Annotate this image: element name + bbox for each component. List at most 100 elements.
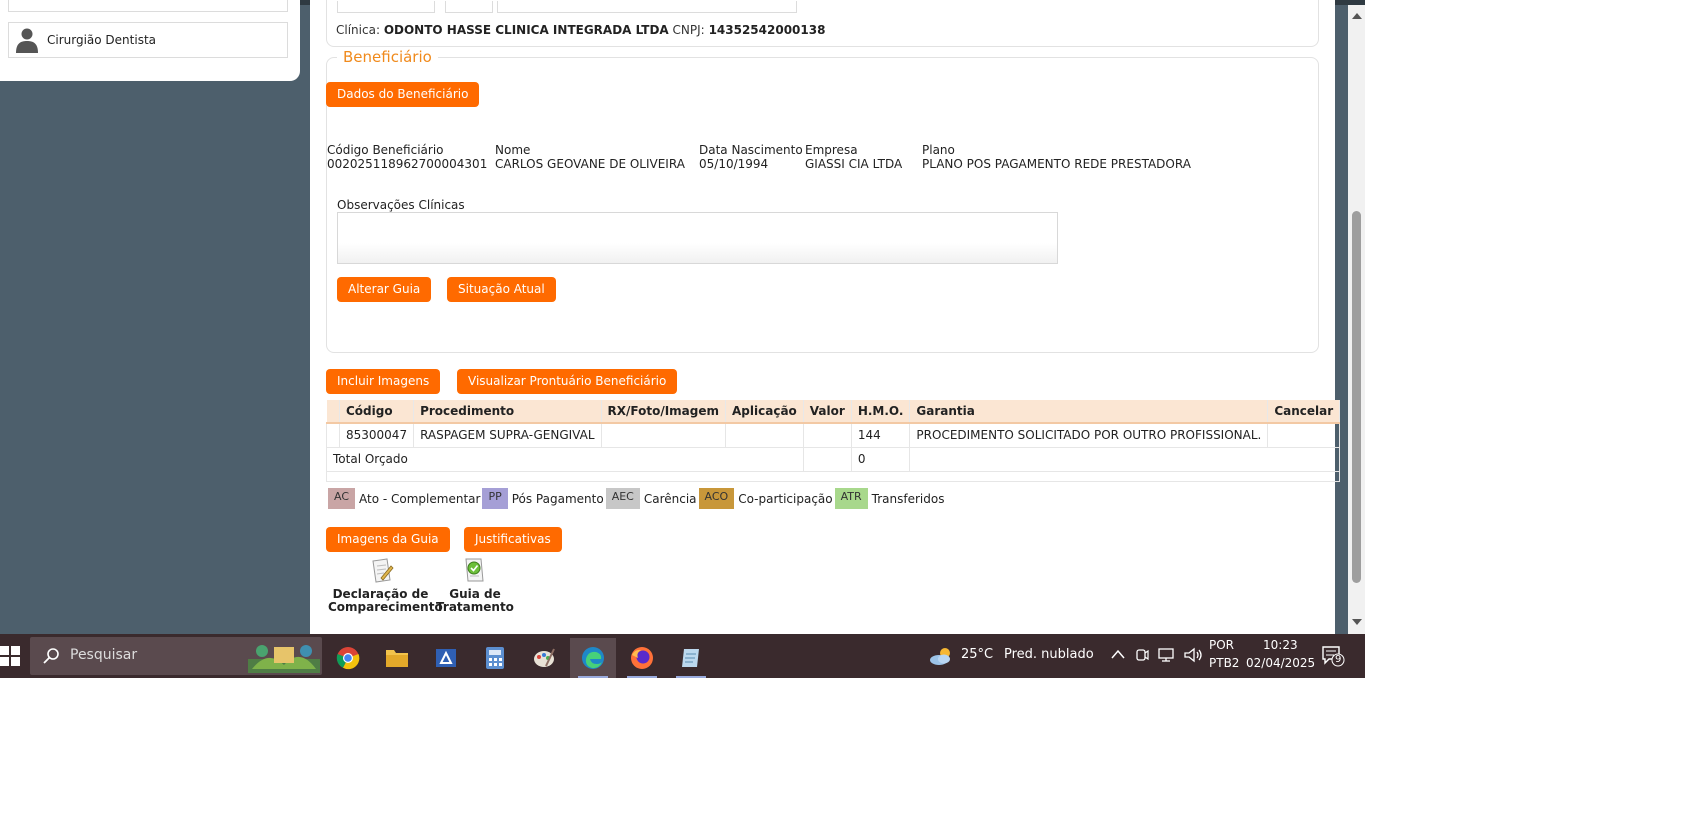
observations-textarea[interactable] [337,212,1058,264]
scroll-thumb[interactable] [1352,211,1361,583]
clinic-line: Clínica: ODONTO HASSE CLINICA INTEGRADA … [336,23,825,37]
taskbar-file-explorer[interactable] [374,638,420,678]
th-hmo: H.M.O. [851,400,911,424]
user-icon [16,28,38,53]
cell-hmo: 144 [850,422,911,448]
treatment-guide-link[interactable]: Guia de Tratamento [435,556,515,614]
keyboard-layout[interactable]: PTB2 [1209,656,1239,670]
search-highlight-illustration-icon [248,645,320,673]
total-label: Total Orçado [326,446,804,472]
left-panel-item-cut[interactable] [8,0,288,12]
taskbar-edge[interactable] [570,638,616,678]
firefox-icon [631,647,653,669]
include-images-button[interactable]: Incluir Imagens [326,369,441,394]
th-procedure: Procedimento [413,400,602,424]
taskbar: Pesquisar 25°C Pred. nublado POR PTB2 10… [0,634,1365,678]
document-check-icon [465,558,484,582]
procedures-table: Código Procedimento RX/Foto/Imagem Aplic… [325,400,1341,482]
top-input-3[interactable] [497,1,797,13]
taskbar-search[interactable]: Pesquisar [30,637,322,675]
role-item-dentist[interactable]: Cirurgião Dentista [8,22,288,58]
page-scrollbar[interactable] [1348,5,1365,634]
guide-images-button[interactable]: Imagens da Guia [326,527,450,552]
th-warranty: Garantia [909,400,1269,424]
clock-date[interactable]: 02/04/2025 [1246,656,1315,670]
birth-value: 05/10/1994 [699,157,769,171]
view-record-button[interactable]: Visualizar Prontuário Beneficiário [457,369,678,394]
left-panel: Cirurgião Dentista [0,0,300,81]
search-placeholder: Pesquisar [70,647,138,663]
blank-row [325,470,1341,482]
legend: AC Ato - Complementar PP Pós Pagamento A… [328,488,946,509]
plan-value: PLANO POS PAGAMENTO REDE PRESTADORA [922,157,1191,171]
meet-now-icon[interactable] [1135,647,1149,663]
clinic-name: ODONTO HASSE CLINICA INTEGRADA LTDA [383,23,669,37]
taskbar-notepad[interactable] [668,638,714,678]
attendance-declaration-link[interactable]: Declaração de Comparecimento [328,556,443,614]
language-code[interactable]: POR [1209,638,1234,652]
edge-active-indicator [578,676,608,678]
app-window-icon [436,649,456,667]
plan-label: Plano [922,143,955,157]
company-field: Empresa GIASSI CIA LTDA [805,143,902,171]
legend-ac-label: Ato - Complementar [359,491,481,506]
taskbar-paint[interactable] [521,638,567,678]
scroll-up-icon[interactable] [1352,13,1362,19]
name-value: CARLOS GEOVANE DE OLIVEIRA [495,157,685,171]
cell-code: 85300047 [338,422,415,448]
top-input-2[interactable] [445,1,493,13]
beneficiary-section-title: Beneficiário [337,48,438,66]
network-icon[interactable] [1158,648,1176,662]
cell-select[interactable] [326,422,340,448]
notepad-active-indicator [676,676,706,678]
volume-icon[interactable] [1183,647,1203,663]
legend-atr-label: Transferidos [871,491,945,506]
birth-label: Data Nascimento [699,143,803,157]
blank-cell [325,470,1341,482]
legend-ac-swatch: AC [328,488,356,509]
cell-cancel[interactable] [1267,422,1341,448]
firefox-active-indicator [627,676,657,678]
taskbar-app-blue[interactable] [423,638,469,678]
table-row[interactable]: 85300047 RASPAGEM SUPRA-GENGIVAL 144 PRO… [326,422,1341,448]
edge-icon [582,647,604,669]
total-empty-1 [802,446,852,472]
notifications-icon[interactable] [1321,645,1345,667]
clock-time[interactable]: 10:23 [1263,638,1298,652]
weather-description[interactable]: Pred. nublado [1004,647,1094,662]
alter-guide-button[interactable]: Alterar Guia [337,277,432,302]
weather-temp[interactable]: 25°C [961,647,993,662]
treatment-line2: Tratamento [436,600,514,614]
role-label: Cirurgião Dentista [47,33,157,47]
company-label: Empresa [805,143,858,157]
weather-cloud-sun-icon[interactable] [928,646,954,666]
taskbar-firefox[interactable] [619,638,665,678]
scroll-down-icon[interactable] [1352,619,1362,625]
th-application: Aplicação [725,400,804,424]
cell-procedure: RASPAGEM SUPRA-GENGIVAL [413,422,602,448]
beneficiary-data-button[interactable]: Dados do Beneficiário [326,82,480,107]
notifications-count: 9 [1335,654,1342,665]
cnpj-label: CNPJ: [672,23,705,37]
justifications-button[interactable]: Justificativas [464,527,562,552]
taskbar-calculator[interactable] [472,638,518,678]
chevron-up-icon[interactable] [1111,649,1125,659]
total-row: Total Orçado 0 [326,446,1341,472]
name-label: Nome [495,143,531,157]
windows-start-icon[interactable] [0,646,20,666]
legend-aco-label: Co-participação [738,491,833,506]
table-header-row: Código Procedimento RX/Foto/Imagem Aplic… [326,400,1341,424]
current-status-button[interactable]: Situação Atual [447,277,556,302]
legend-pp-label: Pós Pagamento [511,491,604,506]
taskbar-chrome[interactable] [325,638,371,678]
attendance-line2: Comparecimento [328,600,443,614]
plan-field: Plano PLANO POS PAGAMENTO REDE PRESTADOR… [922,143,1191,171]
name-field: Nome CARLOS GEOVANE DE OLIVEIRA [495,143,685,171]
company-value: GIASSI CIA LTDA [805,157,903,171]
top-input-1[interactable] [337,1,435,13]
search-icon [43,648,59,664]
calculator-icon [486,647,504,669]
paint-palette-icon [534,648,555,667]
th-select [326,400,340,424]
birth-field: Data Nascimento 05/10/1994 [699,143,803,171]
